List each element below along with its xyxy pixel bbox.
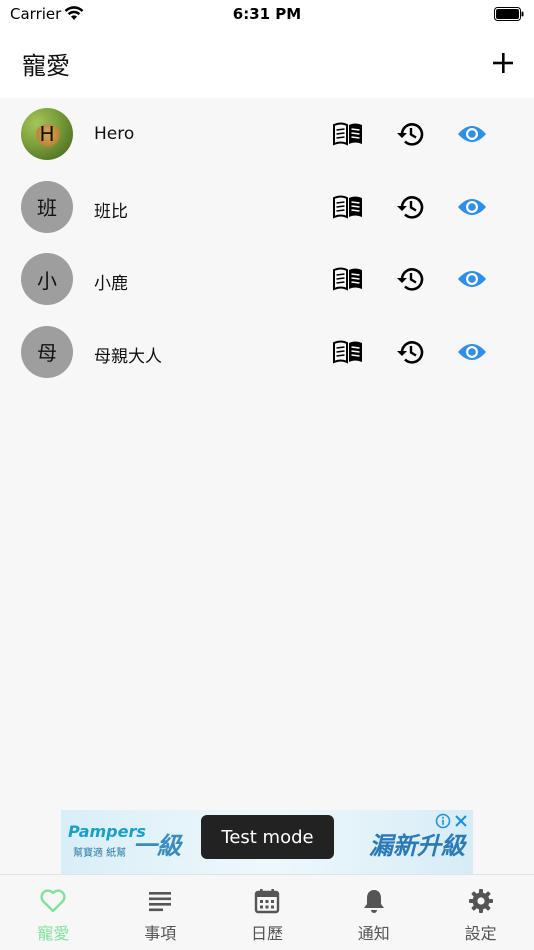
- book-button[interactable]: [331, 262, 365, 296]
- add-pet-button[interactable]: [490, 46, 516, 80]
- status-bar: Carrier 6:31 PM: [0, 0, 534, 30]
- test-mode-badge: Test mode: [201, 815, 334, 859]
- pet-row[interactable]: 母 母親大人: [0, 316, 534, 389]
- book-icon: [333, 340, 362, 364]
- book-icon: [333, 122, 362, 146]
- book-icon: [333, 195, 362, 219]
- calendar-icon: [254, 889, 280, 914]
- eye-button[interactable]: [455, 335, 489, 369]
- book-icon: [333, 267, 362, 291]
- tab-label: 日歷: [250, 924, 283, 943]
- avatar: 小: [21, 253, 73, 305]
- gear-icon: [468, 889, 493, 913]
- history-button[interactable]: [393, 262, 427, 296]
- tab-label: 事項: [144, 924, 177, 943]
- ad-brand-subtitle: 幫寶適 紙幫: [73, 848, 127, 859]
- book-button[interactable]: [331, 335, 365, 369]
- info-icon[interactable]: [435, 813, 451, 829]
- pet-row[interactable]: H Hero: [0, 98, 534, 171]
- page-title: 寵愛: [22, 52, 70, 80]
- avatar-letter: 小: [37, 268, 57, 293]
- eye-icon: [458, 198, 486, 215]
- pet-name: 小鹿: [94, 274, 128, 294]
- history-icon: [397, 340, 424, 364]
- history-button[interactable]: [393, 190, 427, 224]
- pet-row[interactable]: 班 班比: [0, 171, 534, 244]
- tab-items[interactable]: 事項: [107, 875, 214, 950]
- pet-row[interactable]: 小 小鹿: [0, 243, 534, 316]
- tab-label: 寵愛: [37, 924, 70, 943]
- eye-button[interactable]: [455, 190, 489, 224]
- eye-button[interactable]: [455, 262, 489, 296]
- pet-list: H Hero 班 班比 小 小鹿 母 母親大人: [0, 98, 534, 388]
- pet-name: 母親大人: [94, 346, 162, 367]
- ad-headline-right: 漏新升級: [369, 832, 465, 860]
- pet-name: Hero: [94, 124, 135, 144]
- clock: 6:31 PM: [232, 5, 302, 23]
- eye-icon: [458, 126, 486, 142]
- history-icon: [397, 123, 424, 146]
- avatar: 班: [21, 180, 73, 233]
- ad-headline-left: 一級: [133, 832, 181, 860]
- heart-icon: [40, 889, 66, 913]
- plus-icon: [493, 53, 513, 73]
- eye-icon: [458, 271, 486, 287]
- tab-label: 通知: [357, 924, 390, 943]
- history-button[interactable]: [393, 335, 427, 369]
- avatar-letter: 班: [37, 196, 57, 220]
- avatar-letter: H: [39, 122, 55, 146]
- bell-icon: [363, 890, 384, 913]
- avatar: 母: [21, 325, 73, 378]
- avatar: H: [21, 108, 73, 160]
- close-icon[interactable]: [453, 813, 469, 829]
- avatar-letter: 母: [37, 341, 57, 365]
- header: 寵愛: [0, 30, 534, 98]
- tab-calendar[interactable]: 日歷: [214, 875, 321, 950]
- tab-notifications[interactable]: 通知: [320, 875, 427, 950]
- history-icon: [397, 268, 424, 291]
- battery-icon: [494, 7, 524, 21]
- history-icon: [397, 195, 424, 219]
- book-button[interactable]: [331, 190, 365, 224]
- tab-pets[interactable]: 寵愛: [0, 875, 107, 950]
- eye-icon: [458, 343, 486, 360]
- pet-name: 班比: [94, 201, 128, 222]
- eye-button[interactable]: [455, 117, 489, 151]
- book-button[interactable]: [331, 117, 365, 151]
- tab-label: 設定: [464, 924, 497, 943]
- tab-settings[interactable]: 設定: [427, 875, 534, 950]
- tab-bar: 寵愛 事項 日歷 通知 設定: [0, 874, 534, 950]
- list-icon: [149, 892, 172, 912]
- history-button[interactable]: [393, 117, 427, 151]
